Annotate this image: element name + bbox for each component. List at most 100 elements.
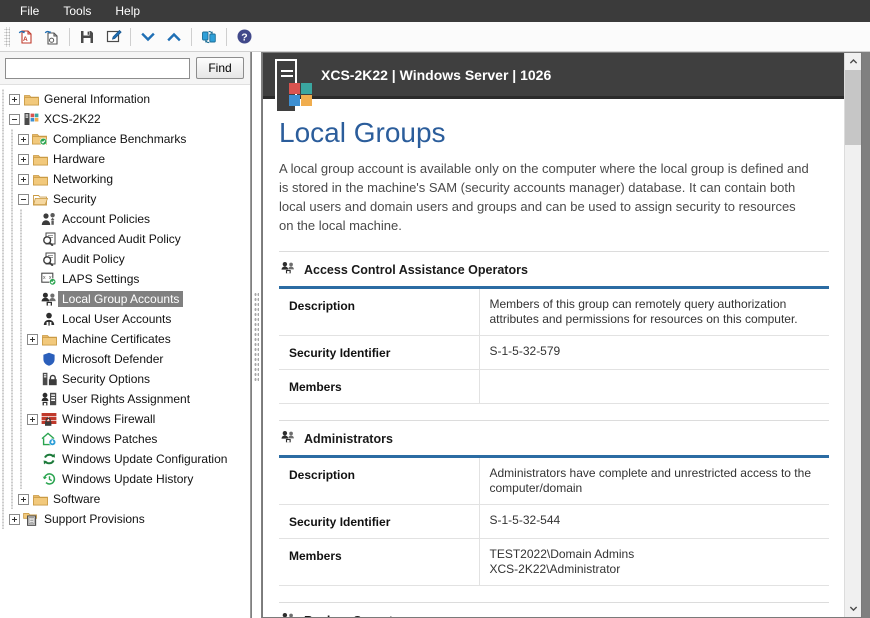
tree-indent-guide [18,409,27,429]
user-icon [40,312,58,326]
tree-expand-toggle[interactable] [18,493,29,505]
main-split: Find General Information XCS-2K22 Complian… [0,52,870,618]
chevron-down-icon[interactable] [135,24,161,50]
export-document-icon[interactable] [39,24,65,50]
tree-item-windows-update-history[interactable]: Windows Update History [0,469,250,489]
tree-indent-guide [18,329,27,349]
computer-icon [22,112,40,126]
navigation-pane: Find General Information XCS-2K22 Complian… [0,52,251,618]
menu-tools[interactable]: Tools [51,1,103,21]
tree-item-windows-patches[interactable]: Windows Patches [0,429,250,449]
find-button[interactable]: Find [196,57,244,79]
tree-expand-toggle[interactable] [27,333,38,345]
tree-item-local-user-accounts[interactable]: Local User Accounts [0,309,250,329]
tree-item-general-information[interactable]: General Information [0,89,250,109]
export-pdf-icon[interactable]: A [13,24,39,50]
splitter-grip[interactable] [254,292,259,382]
tree-indent-guide [9,389,18,409]
tree-indent-guide [0,189,9,209]
tree-indent-guide [0,249,9,269]
tree-indent-guide [0,329,9,349]
tree-item-windows-update-configuration[interactable]: Windows Update Configuration [0,449,250,469]
table-row: Members TEST2022\Domain Admins XCS-2K22\A… [279,538,829,586]
tree-item-xcs-2k22[interactable]: XCS-2K22 [0,109,250,129]
tree-expand-toggle[interactable] [9,93,20,105]
tree-expand-toggle[interactable] [18,133,29,145]
table-row: Security Identifier S-1-5-32-544 [279,504,829,539]
folder-open-icon [31,193,49,206]
tree-indent-guide [9,209,18,229]
toolbar-grip[interactable] [4,26,10,47]
tree-item-label: Audit Policy [62,252,125,266]
tree-indent-guide [9,369,18,389]
tree-expand-toggle[interactable] [9,513,20,525]
tree-collapse-toggle[interactable] [9,113,20,125]
tree-item-security[interactable]: Security [0,189,250,209]
svg-text:A: A [23,36,28,43]
scrollbar-thumb[interactable] [845,70,861,145]
group-section-icon [281,261,296,279]
tree-indent-guide [0,409,9,429]
help-icon[interactable]: ? [231,24,257,50]
tree-indent-guide [18,469,27,489]
row-label-members: Members [279,538,480,586]
tree-item-audit-policy[interactable]: Audit Policy [0,249,250,269]
tree-expand-toggle[interactable] [18,173,29,185]
tree-item-hardware[interactable]: Hardware [0,149,250,169]
tree-item-label: Software [53,492,101,506]
tree-item-machine-certificates[interactable]: Machine Certificates [0,329,250,349]
navigation-tree[interactable]: General Information XCS-2K22 Compliance Be… [0,85,250,615]
tree-indent-guide [0,149,9,169]
tree-item-windows-firewall[interactable]: Windows Firewall [0,409,250,429]
tree-indent-guide [9,349,18,369]
tree-expand-toggle[interactable] [18,153,29,165]
group-name: Access Control Assistance Operators [304,263,528,277]
group-name: Backup Operators [304,614,412,617]
tree-item-advanced-audit-policy[interactable]: Advanced Audit Policy [0,229,250,249]
tree-item-microsoft-defender[interactable]: Microsoft Defender [0,349,250,369]
row-label-description: Description [279,287,480,336]
group-list: Access Control Assistance Operators Descr… [279,251,829,617]
tree-indent-guide [0,449,9,469]
edit-note-icon[interactable] [100,24,126,50]
tree-item-local-group-accounts[interactable]: Local Group Accounts [0,289,250,309]
account-policy-icon [40,212,58,226]
chevron-up-icon[interactable] [161,24,187,50]
tree-item-software[interactable]: Software [0,489,250,509]
tree-item-laps-settings[interactable]: x x LAPS Settings [0,269,250,289]
tree-expand-toggle[interactable] [27,413,38,425]
scroll-down-button[interactable] [845,600,861,617]
tree-indent-guide [0,429,9,449]
tree-item-support-provisions[interactable]: Support Provisions [0,509,250,529]
group-name: Administrators [304,432,393,446]
tree-indent-guide [0,169,9,189]
group-users-icon [40,292,58,306]
row-label-sid: Security Identifier [279,504,480,539]
tree-collapse-toggle[interactable] [18,193,29,205]
provisions-icon [22,512,40,526]
table-row: Members [279,369,829,404]
tree-item-compliance-benchmarks[interactable]: Compliance Benchmarks [0,129,250,149]
tree-item-networking[interactable]: Networking [0,169,250,189]
tree-item-security-options[interactable]: Security Options [0,369,250,389]
search-input[interactable] [5,57,190,79]
menu-help[interactable]: Help [103,1,152,21]
detail-pane: XCS-2K22 | Windows Server | 1026 Local G… [262,52,862,618]
folder-icon [40,333,58,346]
tree-item-user-rights-assignment[interactable]: User Rights Assignment [0,389,250,409]
tree-item-account-policies[interactable]: Account Policies [0,209,250,229]
tree-item-label: General Information [44,92,151,106]
row-value-description: Members of this group can remotely query… [479,287,829,336]
menu-file[interactable]: File [8,1,51,21]
audit-magnifier-icon [40,232,58,246]
save-icon[interactable] [74,24,100,50]
tree-item-label: Windows Patches [62,432,158,446]
report-body: Local Groups A local group account is av… [263,99,845,617]
scroll-up-button[interactable] [845,53,861,70]
row-value-sid: S-1-5-32-579 [479,335,829,370]
pane-splitter[interactable] [252,52,261,618]
table-row: Security Identifier S-1-5-32-579 [279,335,829,370]
folder-check-icon [31,132,49,146]
detail-scrollbar[interactable] [844,53,861,617]
sync-database-icon[interactable] [196,24,222,50]
